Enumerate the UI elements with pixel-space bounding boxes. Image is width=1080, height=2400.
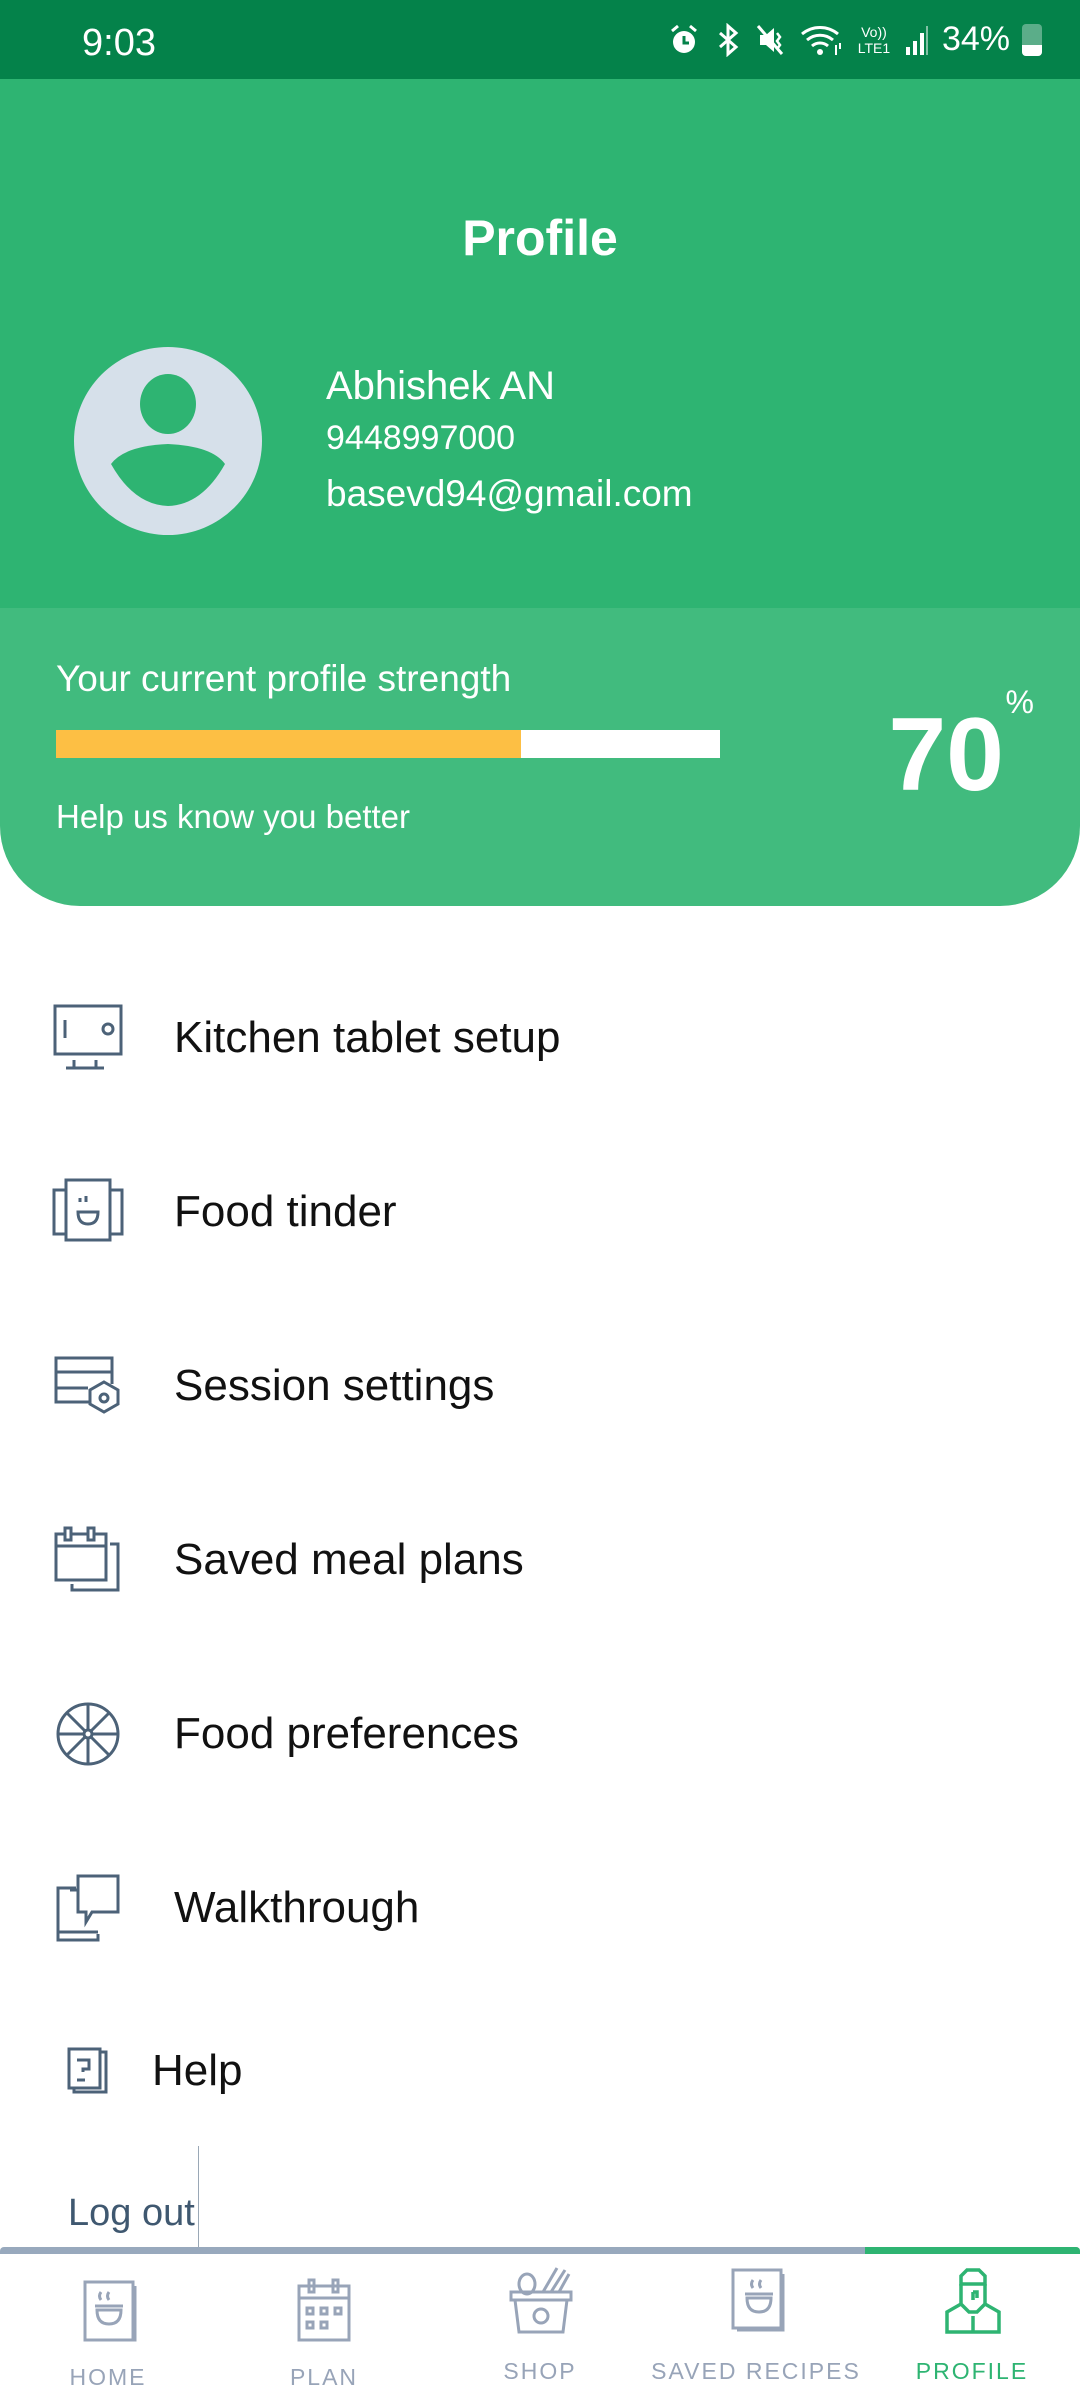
help-icon <box>67 2047 108 2094</box>
session-settings-icon <box>54 1356 120 1414</box>
profile-screen: 9:03 Vo)) LTE1 34% Profile Abhishek AN 9… <box>0 0 1080 2400</box>
bluetooth-icon <box>718 22 739 57</box>
nav-label: PLAN <box>289 2364 359 2390</box>
battery-icon <box>1022 23 1042 56</box>
menu-item-kitchen-tablet-setup[interactable]: Kitchen tablet setup <box>0 978 1080 1098</box>
user-phone: 9448997000 <box>326 419 516 457</box>
user-email: basevd94@gmail.com <box>326 473 693 514</box>
user-name: Abhishek AN <box>326 364 556 408</box>
volte-lte-icon: Vo)) LTE1 <box>857 23 891 56</box>
profile-strength-subtitle[interactable]: Help us know you better <box>56 798 410 836</box>
menu-item-label: Walkthrough <box>174 1883 420 1932</box>
text-cursor-line <box>198 2146 199 2248</box>
status-time: 9:03 <box>82 22 156 64</box>
saved-recipes-icon <box>731 2268 785 2332</box>
logout-button[interactable]: Log out <box>68 2192 195 2235</box>
nav-item-saved-recipes[interactable]: SAVED RECIPES <box>648 2254 864 2400</box>
menu-item-food-tinder[interactable]: Food tinder <box>0 1152 1080 1272</box>
user-info: Abhishek AN 9448997000 basevd94@gmail.co… <box>326 361 693 523</box>
nav-label: SHOP <box>503 2358 577 2384</box>
profile-strength-card[interactable]: Your current profile strength Help us kn… <box>0 608 1080 906</box>
menu-item-label: Food tinder <box>174 1187 397 1236</box>
profile-strength-percent: 70 <box>888 697 1004 813</box>
nav-item-home[interactable]: HOME <box>0 2254 216 2400</box>
menu-item-label: Help <box>152 2046 243 2095</box>
status-icons: Vo)) LTE1 34% <box>668 20 1042 59</box>
food-preferences-icon <box>56 1702 120 1766</box>
wifi-icon <box>800 25 841 55</box>
menu-item-food-preferences[interactable]: Food preferences <box>0 1674 1080 1794</box>
menu-item-label: Kitchen tablet setup <box>174 1013 561 1062</box>
walkthrough-icon <box>56 1874 120 1942</box>
battery-level <box>1022 44 1042 56</box>
bottom-nav: HOME PLAN SHOP SAVED RECIPES PROFILE <box>0 2254 1080 2400</box>
home-icon <box>83 2280 137 2342</box>
status-bar: 9:03 Vo)) LTE1 34% <box>0 0 1080 79</box>
menu-item-label: Food preferences <box>174 1709 519 1758</box>
menu-item-label: Session settings <box>174 1361 495 1410</box>
page-title: Profile <box>462 210 618 266</box>
battery-percent: 34% <box>941 20 1010 58</box>
menu-item-saved-meal-plans[interactable]: Saved meal plans <box>0 1500 1080 1620</box>
signal-icon <box>905 25 928 55</box>
menu-item-help[interactable]: Help <box>0 2011 1080 2131</box>
profile-strength-label: Your current profile strength <box>56 658 512 699</box>
nav-item-shop[interactable]: SHOP <box>432 2254 648 2400</box>
profile-header: Profile Abhishek AN 9448997000 basevd94@… <box>0 79 1080 609</box>
profile-strength-progress-fill <box>56 730 521 758</box>
nav-label: SAVED RECIPES <box>651 2358 861 2384</box>
food-tinder-icon <box>52 1178 124 1242</box>
kitchen-tablet-icon <box>53 1004 123 1070</box>
user-silhouette-icon <box>111 374 225 506</box>
menu-item-session-settings[interactable]: Session settings <box>0 1326 1080 1446</box>
menu-item-walkthrough[interactable]: Walkthrough <box>0 1848 1080 1968</box>
profile-strength-progress-bar <box>56 730 720 758</box>
plan-calendar-icon <box>297 2278 351 2342</box>
nav-item-plan[interactable]: PLAN <box>216 2254 432 2400</box>
nav-label: HOME <box>69 2364 147 2390</box>
avatar[interactable] <box>74 347 262 535</box>
nav-label: PROFILE <box>915 2358 1029 2384</box>
percent-sign: % <box>1005 684 1034 720</box>
mute-icon <box>756 24 784 55</box>
bottom-nav-active-indicator <box>865 2247 1080 2254</box>
profile-chef-icon <box>945 2268 1001 2334</box>
shop-basket-icon <box>509 2267 573 2334</box>
nav-item-profile[interactable]: PROFILE <box>864 2254 1080 2400</box>
alarm-icon <box>670 24 697 53</box>
saved-meal-plans-icon <box>54 1526 120 1592</box>
menu-item-label: Saved meal plans <box>174 1535 524 1584</box>
